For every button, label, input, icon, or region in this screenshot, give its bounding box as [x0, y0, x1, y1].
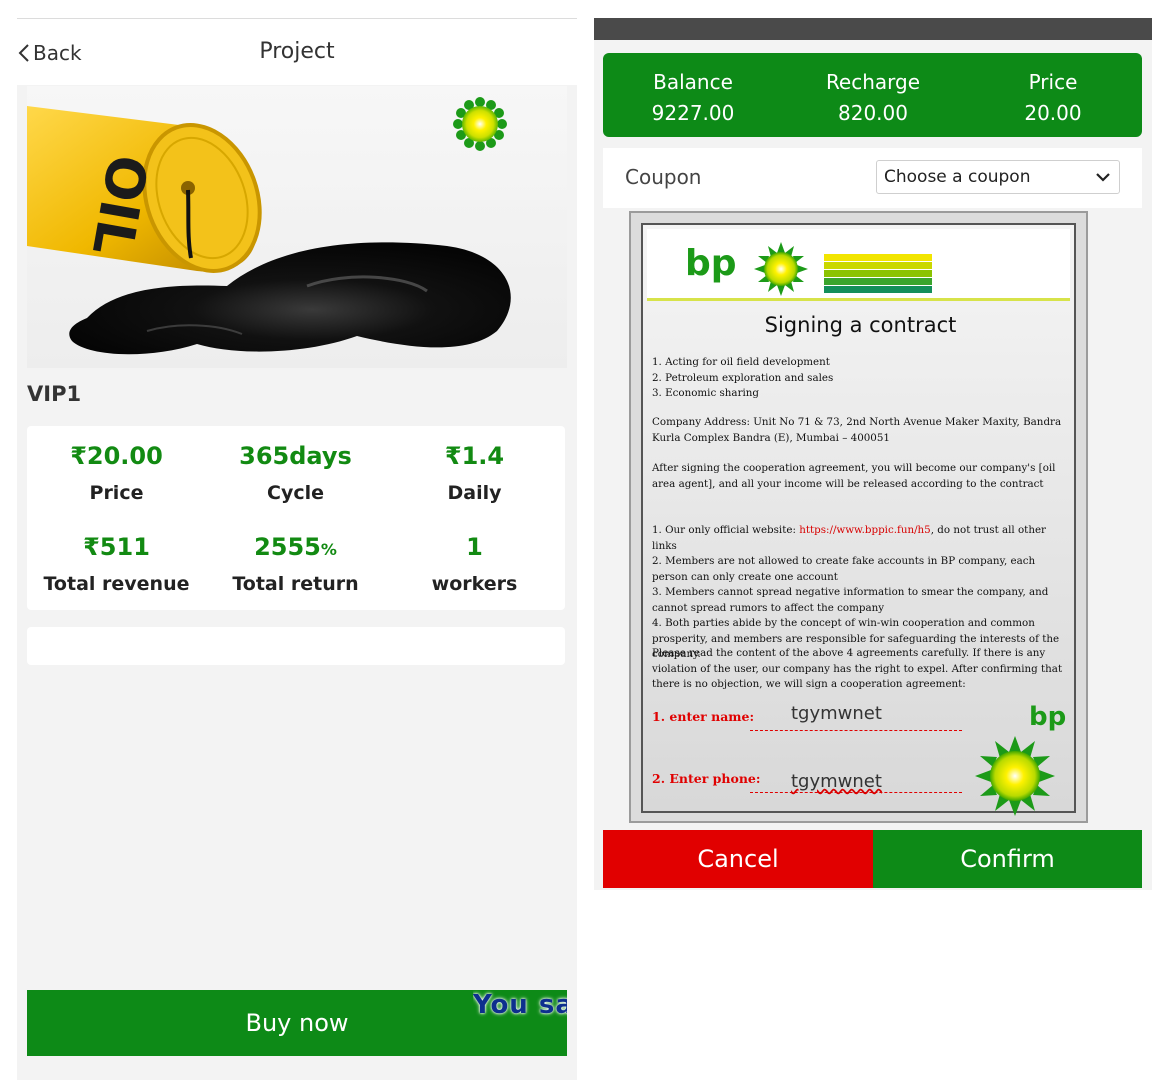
stat-value: 2555%	[206, 533, 385, 561]
bp-logo-text: bp	[685, 243, 737, 284]
balance-value: 9227.00	[651, 101, 735, 125]
cancel-button[interactable]: Cancel	[603, 830, 873, 888]
business-item: 3. Economic sharing	[652, 387, 760, 399]
back-button[interactable]: Back	[17, 39, 82, 67]
business-list: 1. Acting for oil field development 2. P…	[652, 355, 1072, 402]
screen: Project Back OIL VIP1 ₹20.00 Price 365da…	[0, 0, 1170, 1080]
coupon-row: Coupon Choose a coupon	[603, 148, 1142, 208]
stat-label: Price	[89, 482, 144, 504]
product-name: VIP1	[27, 382, 82, 406]
stat-unit: %	[320, 540, 337, 559]
bp-helios-logo-icon	[754, 242, 808, 296]
stat-price: ₹20.00 Price	[27, 442, 206, 504]
chevron-down-icon	[1096, 173, 1110, 182]
color-bars	[824, 254, 932, 294]
stat-label: Daily	[447, 482, 502, 504]
stat-workers: 1 workers	[385, 533, 564, 595]
price-value: 20.00	[1024, 101, 1082, 125]
phone-field-value[interactable]: tgymwnet	[791, 771, 882, 792]
closing-text: Please read the content of the above 4 a…	[652, 647, 1063, 690]
coupon-selected-value: Choose a coupon	[884, 167, 1031, 187]
stat-value: 1	[466, 533, 483, 561]
contract-document: bp Signing a contract 1. Acting for oil …	[629, 211, 1088, 823]
bp-logo-text-small: bp	[1029, 702, 1067, 732]
contract-title: Signing a contract	[764, 313, 957, 337]
notice-marquee: You sa	[473, 990, 567, 1020]
business-item: 1. Acting for oil field development	[652, 356, 830, 368]
company-address: Company Address: Unit No 71 & 73, 2nd No…	[652, 416, 1062, 444]
balance-card: Balance 9227.00 Recharge 820.00 Price 20…	[603, 53, 1142, 137]
stat-value: 365days	[239, 442, 352, 470]
name-field-label: 1. enter name:	[652, 709, 755, 724]
stat-cycle: 365days Cycle	[206, 442, 385, 504]
price-label: Price	[1028, 70, 1078, 94]
recharge-column: Recharge 820.00	[783, 67, 963, 129]
stat-value: ₹20.00	[70, 442, 163, 470]
coupon-select[interactable]: Choose a coupon	[876, 160, 1120, 194]
phone-field-underline	[750, 792, 962, 793]
stat-label: Total return	[232, 573, 359, 595]
confirm-button[interactable]: Confirm	[873, 830, 1142, 888]
business-item: 2. Petroleum exploration and sales	[652, 371, 834, 384]
balance-column: Balance 9227.00	[603, 67, 783, 129]
coupon-label: Coupon	[625, 165, 702, 189]
bp-helios-logo-icon	[453, 97, 507, 151]
project-page: Project Back OIL VIP1 ₹20.00 Price 365da…	[17, 18, 577, 1080]
rule-item: 2. Members are not allowed to create fak…	[652, 555, 1036, 583]
chevron-left-icon	[18, 44, 29, 62]
rule-item: 3. Members cannot spread negative inform…	[652, 586, 1049, 614]
stat-label: Cycle	[267, 482, 324, 504]
product-image: OIL	[27, 86, 567, 368]
stat-label: workers	[431, 573, 518, 595]
name-field-underline	[750, 730, 962, 731]
rules-list: 1. Our only official website: https://ww…	[652, 523, 1072, 663]
stat-total-return: 2555% Total return	[206, 533, 385, 595]
price-column: Price 20.00	[963, 67, 1143, 129]
stat-number: 2555	[254, 533, 321, 561]
stat-value: ₹511	[83, 533, 150, 561]
dialog-bottom-area	[594, 890, 1152, 1062]
contract-frame: bp Signing a contract 1. Acting for oil …	[641, 223, 1076, 816]
contract-header: bp	[647, 229, 1070, 301]
recharge-value: 820.00	[838, 101, 908, 125]
rule-item: 1. Our only official website: https://ww…	[652, 523, 1072, 554]
purchase-dialog: Balance 9227.00 Recharge 820.00 Price 20…	[594, 18, 1152, 1062]
page-title: Project	[259, 39, 335, 64]
top-nav: Project Back	[17, 19, 577, 85]
stats-card: ₹20.00 Price 365days Cycle ₹1.4 Daily ₹5…	[27, 426, 565, 610]
stat-total-revenue: ₹511 Total revenue	[27, 533, 206, 595]
stat-value: ₹1.4	[444, 442, 505, 470]
recharge-label: Recharge	[825, 70, 921, 94]
oil-barrel-image: OIL	[27, 97, 511, 355]
rule-text: 1. Our only official website:	[652, 524, 800, 536]
stat-label: Total revenue	[43, 573, 190, 595]
stat-daily: ₹1.4 Daily	[385, 442, 564, 504]
top-bar	[594, 18, 1152, 40]
official-website-link[interactable]: https://www.bppic.fun/h5	[799, 524, 931, 536]
phone-field-label: 2. Enter phone:	[652, 771, 761, 786]
agreement-intro: After signing the cooperation agreement,…	[652, 462, 1056, 490]
back-label: Back	[33, 41, 82, 65]
bp-helios-logo-icon	[975, 736, 1055, 816]
description-card	[27, 627, 565, 665]
balance-label: Balance	[653, 70, 733, 94]
name-field-value[interactable]: tgymwnet	[791, 703, 882, 724]
